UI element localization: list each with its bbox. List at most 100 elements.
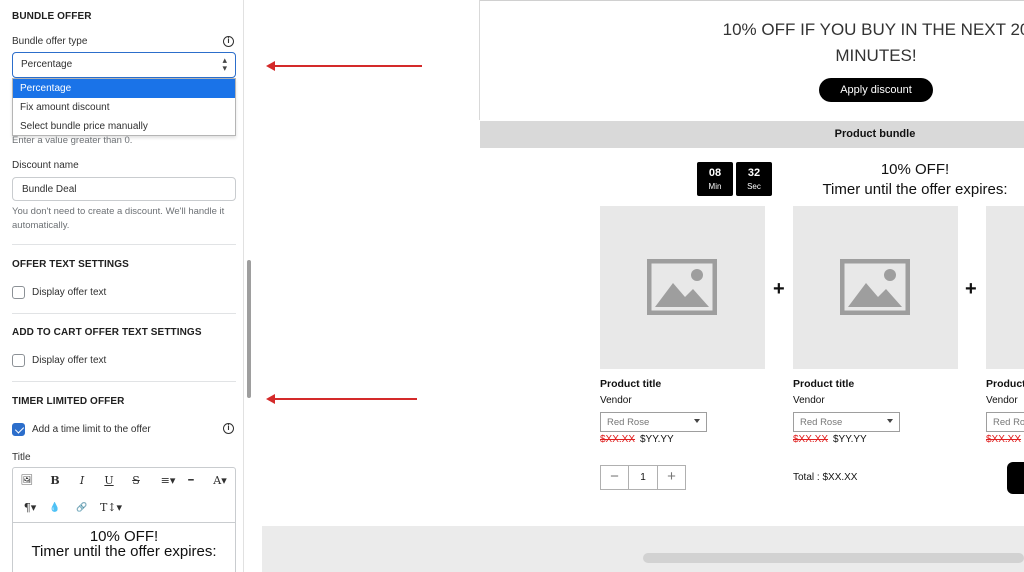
paragraph-dropdown-icon[interactable]: ¶▾ — [19, 499, 41, 517]
offer-timer-text: 10% OFF! Timer until the offer expires: — [790, 160, 1024, 200]
rich-text-editor[interactable]: 🖼 B I U S ≡▾ ━ A▾ ¶▾ 💧 🔗 T↕▾ 10% OFF! Ti… — [12, 467, 236, 572]
discount-name-field[interactable] — [12, 177, 236, 201]
quantity-decrease-button[interactable]: − — [601, 466, 629, 489]
product-image-placeholder[interactable] — [793, 206, 958, 369]
compare-price: $XX.XX — [600, 434, 636, 445]
info-icon[interactable]: i — [223, 423, 234, 434]
annotation-arrow-icon — [266, 394, 417, 404]
headline-line-2: MINUTES! — [835, 46, 917, 65]
bundle-offer-type-select[interactable]: Percentage ▴ ▾ — [12, 52, 236, 78]
offer-text-section-title: OFFER TEXT SETTINGS — [12, 259, 129, 270]
product-title[interactable]: Product title — [793, 378, 854, 390]
chevron-updown-icon: ▴ ▾ — [222, 55, 227, 73]
timer-min-unit: Min — [708, 182, 722, 191]
bundle-offer-type-label: Bundle offer type — [12, 36, 88, 47]
divider — [12, 313, 236, 314]
divider — [12, 244, 236, 245]
horizontal-scrollbar[interactable] — [643, 553, 1024, 563]
variant-value: Red Rose — [607, 417, 650, 428]
product-image-placeholder[interactable] — [986, 206, 1024, 369]
quantity-value[interactable]: 1 — [629, 466, 657, 489]
dropdown-option-fix-amount[interactable]: Fix amount discount — [13, 98, 235, 117]
product-title[interactable]: Product — [986, 378, 1024, 390]
bundle-offer-type-dropdown: Percentage Fix amount discount Select bu… — [12, 78, 236, 136]
product-image-placeholder[interactable] — [600, 206, 765, 369]
dropdown-option-percentage[interactable]: Percentage — [13, 79, 235, 98]
text-size-dropdown-icon[interactable]: T↕▾ — [97, 499, 125, 517]
timer-seconds-box: 32 Sec — [736, 162, 772, 196]
title-label: Title — [12, 452, 31, 463]
italic-button[interactable]: I — [72, 472, 92, 490]
product-card: Product Vendor Red Ro $XX.XX — [986, 206, 1024, 446]
offer-line-2: Timer until the offer expires: — [822, 181, 1008, 198]
horizontal-rule-icon[interactable]: ━ — [181, 472, 201, 490]
add-to-cart-button[interactable] — [1007, 462, 1024, 494]
caret-down-icon — [694, 419, 700, 423]
variant-select[interactable]: Red Rose — [600, 412, 707, 432]
align-dropdown-icon[interactable]: ≡▾ — [155, 472, 181, 490]
atc-display-offer-text-checkbox[interactable] — [12, 354, 25, 367]
editor-content[interactable]: 10% OFF! Timer until the offer expires: — [13, 529, 235, 559]
variant-value: Red Rose — [800, 417, 843, 428]
image-icon[interactable]: 🖼 — [17, 472, 37, 490]
timer-sec-unit: Sec — [747, 182, 761, 191]
editor-line-1: 10% OFF! — [89, 528, 159, 545]
product-title[interactable]: Product title — [600, 378, 661, 390]
link-icon[interactable]: 🔗 — [72, 499, 92, 517]
variant-select[interactable]: Red Rose — [793, 412, 900, 432]
panel-scrollbar[interactable] — [247, 260, 251, 398]
variant-select[interactable]: Red Ro — [986, 412, 1024, 432]
bundle-offer-section-title: BUNDLE OFFER — [12, 11, 92, 22]
plus-sign: + — [773, 278, 785, 300]
image-placeholder-icon — [840, 259, 910, 315]
timer-section-title: TIMER LIMITED OFFER — [12, 396, 125, 407]
annotation-arrow-icon — [266, 61, 422, 71]
font-dropdown-icon[interactable]: A▾ — [208, 472, 232, 490]
time-limit-checkbox[interactable] — [12, 423, 25, 436]
preview-border — [479, 0, 480, 120]
timer-seconds: 32 — [747, 167, 761, 179]
strikethrough-button[interactable]: S — [126, 472, 146, 490]
discount-help-text: You don't need to create a discount. We'… — [12, 206, 225, 231]
variant-value: Red Ro — [993, 417, 1024, 428]
timer-minutes: 08 — [708, 167, 722, 179]
settings-panel: BUNDLE OFFER Bundle offer type i Percent… — [0, 0, 244, 572]
product-bundle-label: Product bundle — [834, 128, 916, 140]
atc-display-offer-text-label: Display offer text — [32, 355, 107, 366]
compare-price: $XX.XX — [793, 434, 829, 445]
product-bundle-bar: Product bundle — [480, 121, 1024, 148]
underline-button[interactable]: U — [99, 472, 119, 490]
discount-name-input[interactable] — [13, 178, 235, 200]
offer-headline: 10% OFF IF YOU BUY IN THE NEXT 20 MINUTE… — [700, 17, 1024, 69]
info-icon[interactable]: i — [223, 36, 234, 47]
compare-price: $XX.XX — [986, 434, 1022, 445]
preview-border — [480, 0, 1024, 1]
editor-toolbar: 🖼 B I U S ≡▾ ━ A▾ ¶▾ 💧 🔗 T↕▾ — [13, 468, 235, 523]
value-help-text: Enter a value greater than 0. — [12, 135, 133, 146]
product-vendor: Vendor — [793, 395, 825, 406]
product-vendor: Vendor — [986, 395, 1018, 406]
time-limit-label: Add a time limit to the offer — [32, 424, 151, 435]
bundle-total: Total : $XX.XX — [793, 472, 858, 483]
quantity-increase-button[interactable]: + — [657, 466, 685, 489]
discount-name-label: Discount name — [12, 160, 79, 171]
display-offer-text-label: Display offer text — [32, 287, 107, 298]
offer-line-1: 10% OFF! — [880, 161, 950, 178]
display-offer-text-checkbox[interactable] — [12, 286, 25, 299]
sale-price: $YY.YY — [640, 434, 674, 445]
preview-footer — [262, 526, 1024, 572]
select-value: Percentage — [21, 59, 73, 70]
apply-discount-button[interactable]: Apply discount — [819, 78, 933, 102]
product-vendor: Vendor — [600, 395, 632, 406]
bold-button[interactable]: B — [45, 472, 65, 490]
divider — [12, 381, 236, 382]
editor-line-2: Timer until the offer expires: — [31, 543, 217, 560]
color-drop-icon[interactable]: 💧 — [45, 499, 65, 517]
plus-sign: + — [965, 278, 977, 300]
sale-price: $YY.YY — [833, 434, 867, 445]
quantity-stepper[interactable]: − 1 + — [600, 465, 686, 490]
timer-minutes-box: 08 Min — [697, 162, 733, 196]
caret-down-icon — [887, 419, 893, 423]
atc-section-title: ADD TO CART OFFER TEXT SETTINGS — [12, 327, 202, 338]
headline-line-1: 10% OFF IF YOU BUY IN THE NEXT 20 — [722, 20, 1024, 39]
